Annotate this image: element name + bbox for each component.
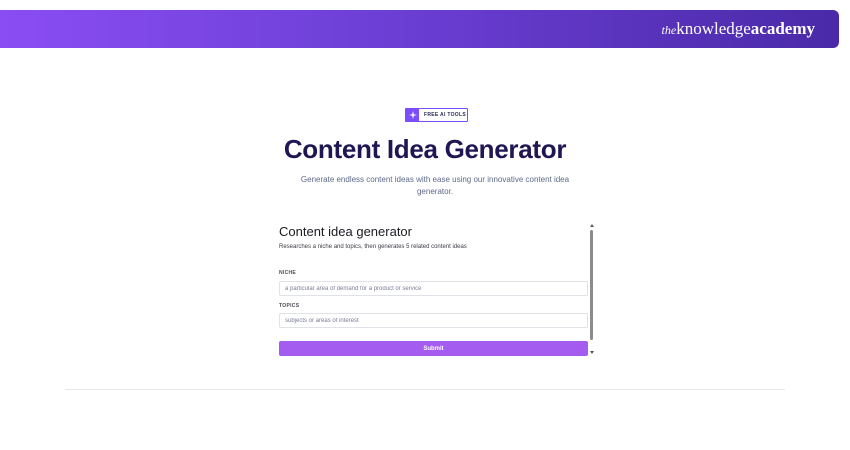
topics-label: TOPICS	[279, 303, 300, 309]
logo-knowledge: knowledge	[676, 19, 751, 38]
page: theknowledgeacademy FREE AI TOOLS Conten…	[0, 0, 850, 450]
page-subtitle: Generate endless content ideas with ease…	[300, 175, 570, 196]
scroll-down-icon[interactable]	[590, 351, 594, 354]
logo-prefix: the	[661, 23, 677, 37]
content-card: FREE AI TOOLS Content Idea Generator Gen…	[65, 100, 785, 390]
form-scrollbar[interactable]	[589, 224, 595, 358]
scroll-up-icon[interactable]	[590, 224, 594, 227]
niche-input[interactable]	[279, 281, 588, 296]
topics-input[interactable]	[279, 313, 588, 328]
page-title: Content Idea Generator	[283, 134, 567, 164]
tool-form: Content idea generator Researches a nich…	[279, 223, 589, 357]
brand-logo[interactable]: theknowledgeacademy	[662, 19, 815, 40]
logo-academy: academy	[750, 19, 815, 38]
tool-title: Content idea generator	[279, 224, 412, 239]
submit-button[interactable]: Submit	[279, 341, 588, 356]
sparkle-icon	[406, 109, 419, 121]
tool-description: Researches a niche and topics, then gene…	[279, 244, 467, 250]
free-ai-tools-badge: FREE AI TOOLS	[405, 108, 468, 122]
badge-label: FREE AI TOOLS	[424, 112, 466, 118]
scroll-thumb[interactable]	[590, 230, 593, 340]
niche-label: NICHE	[279, 270, 297, 276]
header-bar: theknowledgeacademy	[0, 10, 839, 48]
